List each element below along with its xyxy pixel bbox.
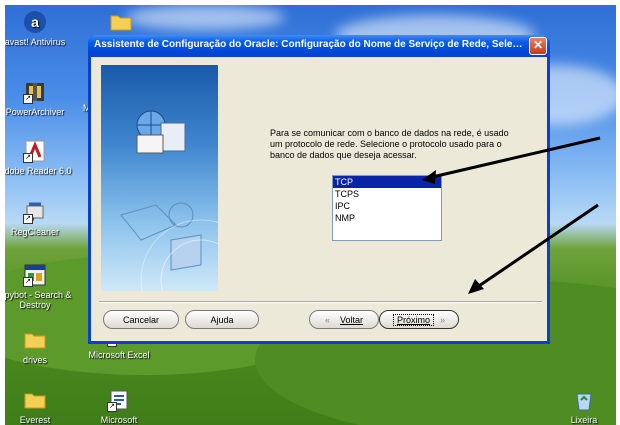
desktop-icon-label: Microsoft Excel — [88, 350, 150, 360]
desktop-icon-label: avast! Antivirus — [5, 37, 66, 47]
protocol-option[interactable]: TCP — [333, 176, 441, 188]
protocol-prompt: Para se comunicar com o banco de dados n… — [270, 128, 509, 160]
desktop-icon-label: Everest — [19, 415, 51, 425]
back-button[interactable]: « Voltar — [309, 310, 379, 329]
cancel-button[interactable]: Cancelar — [103, 310, 179, 329]
desktop-icon-everest[interactable]: Everest — [5, 388, 78, 425]
desktop-icon-avast[interactable]: a avast! Antivirus — [5, 10, 78, 47]
shortcut-arrow-icon: ↗ — [23, 214, 33, 224]
button-separator — [99, 301, 542, 303]
desktop-icon-folder[interactable] — [78, 10, 164, 37]
shortcut-arrow-icon: ↗ — [23, 277, 33, 287]
desktop-icon-drives[interactable]: drives — [5, 328, 78, 365]
close-icon: ✕ — [532, 38, 544, 52]
title-bar[interactable]: Assistente de Configuração do Oracle: Co… — [88, 35, 550, 57]
desktop-icon-label: RegCleaner — [10, 227, 60, 237]
folder-icon — [23, 388, 47, 412]
desktop-icon-lixeira[interactable]: Lixeira — [541, 388, 616, 425]
shortcut-arrow-icon: ↗ — [107, 402, 117, 412]
protocol-option[interactable]: IPC — [333, 200, 441, 212]
close-button[interactable]: ✕ — [529, 37, 547, 55]
protocol-listbox[interactable]: TCP TCPS IPC NMP — [332, 175, 442, 241]
desktop-icon-label: Adobe Reader 6.0 — [5, 166, 72, 176]
folder-icon — [23, 328, 47, 352]
help-label: Ajuda — [210, 315, 234, 325]
wizard-illustration — [101, 65, 218, 291]
desktop-icon-label: Microsoft — [100, 415, 138, 425]
spybot-icon: ↗ — [23, 263, 47, 287]
desktop-icon-label: drives — [22, 355, 47, 365]
protocol-option[interactable]: NMP — [333, 212, 441, 224]
desktop-icon-regcleaner[interactable]: ↗ RegCleaner — [5, 200, 78, 237]
recycle-bin-icon — [572, 388, 596, 412]
desktop-icon-label: PowerArchiver — [5, 107, 65, 117]
protocol-option[interactable]: TCPS — [333, 188, 441, 200]
folder-icon — [109, 10, 133, 34]
oracle-config-dialog: Assistente de Configuração do Oracle: Co… — [88, 35, 550, 344]
desktop-icon-powerarchiver[interactable]: ↗ PowerArchiver — [5, 80, 78, 117]
network-illustration-icon — [120, 110, 218, 291]
back-label: Voltar — [340, 315, 364, 325]
shortcut-arrow-icon: ↗ — [23, 94, 33, 104]
help-button[interactable]: Ajuda — [185, 310, 259, 329]
adobe-reader-icon: ↗ — [23, 139, 47, 163]
microsoft-office-icon: ↗ — [107, 388, 131, 412]
regcleaner-icon: ↗ — [23, 200, 47, 224]
next-button[interactable]: Próximo » — [379, 310, 459, 329]
archive-icon: ↗ — [23, 80, 47, 104]
desktop-icon-label: Spybot - Search & Destroy — [5, 290, 72, 310]
back-arrow-icon: « — [324, 315, 330, 325]
desktop-icon-spybot[interactable]: ↗ Spybot - Search & Destroy — [5, 263, 78, 310]
desktop-icon-adobe-reader[interactable]: ↗ Adobe Reader 6.0 — [5, 139, 78, 176]
cancel-label: Cancelar — [122, 315, 160, 325]
next-label: Próximo — [392, 314, 434, 326]
shortcut-arrow-icon: ↗ — [23, 153, 33, 163]
desktop-icon-label: Lixeira — [570, 415, 598, 425]
svg-text:a: a — [31, 14, 39, 30]
avast-icon: a — [23, 10, 47, 34]
next-arrow-icon: » — [440, 315, 446, 325]
screenshot-frame: a avast! Antivirus ↗ PowerArchiver M ↗ A… — [0, 0, 620, 425]
window-title: Assistente de Configuração do Oracle: Co… — [94, 39, 526, 50]
desktop-icon-microsoft[interactable]: ↗ Microsoft — [76, 388, 162, 425]
